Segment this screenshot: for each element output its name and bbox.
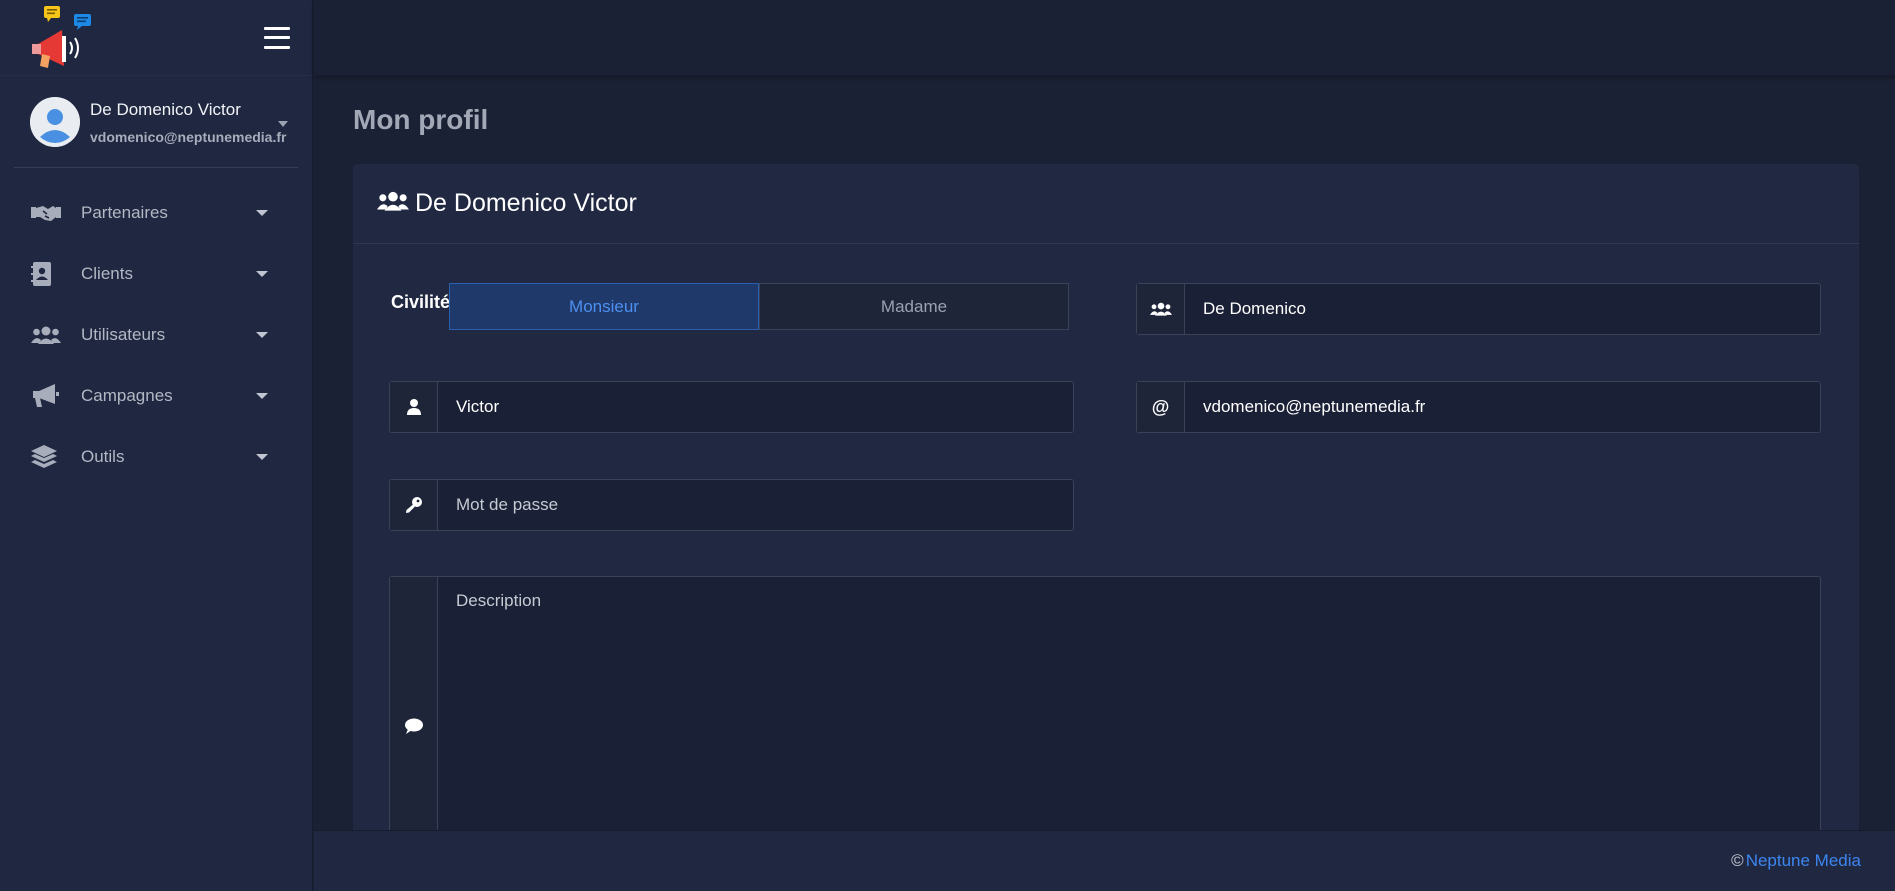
sidebar-item-label: Partenaires: [81, 202, 168, 222]
card-header: De Domenico Victor: [353, 164, 1859, 244]
sidebar-item-label: Campagnes: [81, 385, 173, 405]
user-name: De Domenico Victor: [90, 99, 241, 119]
users-icon: [31, 323, 63, 347]
civilite-toggle: Monsieur Madame: [449, 283, 1069, 330]
sidebar-item-campagnes[interactable]: Campagnes: [0, 365, 312, 426]
handshake-icon: [31, 201, 63, 225]
profile-card: De Domenico Victor Civilité Monsieur Mad…: [353, 164, 1859, 864]
key-icon: [390, 480, 438, 530]
nom-input[interactable]: [1185, 284, 1820, 334]
brand-bar: [0, 0, 312, 76]
nom-field-group: [1136, 283, 1821, 335]
chevron-down-icon: [256, 393, 268, 399]
chevron-down-icon: [256, 332, 268, 338]
password-input[interactable]: [438, 480, 1073, 530]
megaphone-icon: [31, 383, 63, 408]
hamburger-line: [264, 26, 290, 30]
footer: © Neptune Media: [314, 830, 1895, 891]
page-title: Mon profil: [353, 104, 489, 135]
sidebar: De Domenico Victor vdomenico@neptunemedi…: [0, 0, 313, 891]
topbar: [314, 0, 1895, 76]
sidebar-item-utilisateurs[interactable]: Utilisateurs: [0, 304, 312, 365]
prenom-input[interactable]: [438, 382, 1073, 432]
sidebar-item-label: Utilisateurs: [81, 324, 166, 344]
sidebar-item-label: Outils: [81, 446, 125, 466]
password-field-group: [389, 479, 1074, 531]
at-icon: @: [1137, 382, 1185, 432]
users-icon: [377, 190, 409, 217]
sidebar-nav: Partenaires Clients Utilisateurs Campagn…: [0, 182, 312, 487]
sidebar-item-label: Clients: [81, 263, 133, 283]
user-email: vdomenico@neptunemedia.fr: [90, 128, 287, 145]
layers-icon: [31, 444, 63, 469]
sidebar-item-partenaires[interactable]: Partenaires: [0, 182, 312, 243]
users-icon: [1137, 284, 1185, 334]
avatar: [30, 96, 80, 147]
neptune-media-link[interactable]: Neptune Media: [1746, 851, 1861, 871]
hamburger-line: [264, 45, 290, 49]
email-input[interactable]: [1185, 382, 1820, 432]
at-glyph: @: [1151, 396, 1170, 417]
civilite-madame-button[interactable]: Madame: [759, 283, 1069, 330]
chevron-down-icon: [256, 271, 268, 277]
chevron-down-icon[interactable]: [278, 121, 288, 127]
hamburger-line: [264, 36, 290, 39]
user-panel[interactable]: De Domenico Victor vdomenico@neptunemedi…: [14, 76, 298, 168]
chevron-down-icon: [256, 210, 268, 216]
civilite-label: Civilité: [391, 292, 451, 312]
chevron-down-icon: [256, 454, 268, 460]
civilite-monsieur-button[interactable]: Monsieur: [449, 283, 759, 330]
sidebar-item-clients[interactable]: Clients: [0, 243, 312, 304]
copyright-symbol: ©: [1731, 851, 1744, 870]
description-field-group: [389, 576, 1821, 864]
email-field-group: @: [1136, 381, 1821, 433]
description-textarea[interactable]: [438, 577, 1820, 864]
card-title: De Domenico Victor: [415, 189, 637, 217]
address-book-icon: [31, 261, 63, 286]
app-logo[interactable]: [28, 5, 92, 70]
comment-icon: [390, 577, 438, 864]
user-icon: [390, 382, 438, 432]
prenom-field-group: [389, 381, 1074, 433]
sidebar-item-outils[interactable]: Outils: [0, 426, 312, 487]
menu-toggle-button[interactable]: [264, 26, 290, 49]
